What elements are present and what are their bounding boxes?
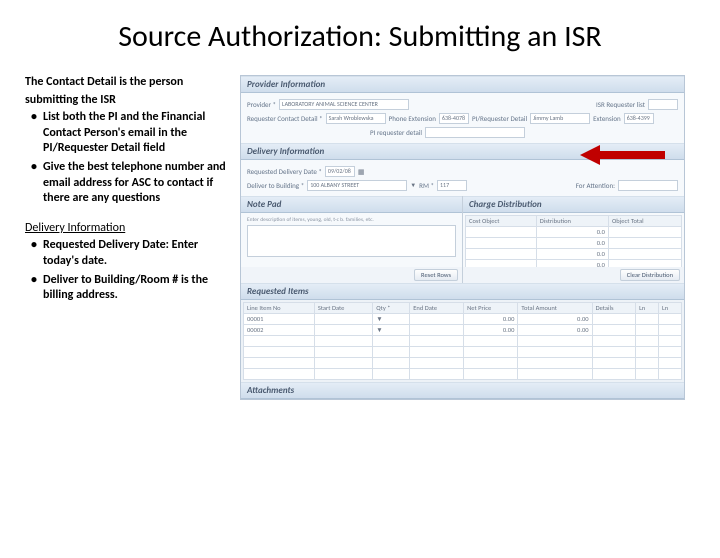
delivery-date-field[interactable]: 09/02/08	[325, 166, 355, 177]
charge-header-distribution: Distribution	[536, 216, 608, 227]
bullet-1: List both the PI and the Financial Conta…	[31, 110, 230, 157]
requested-items-table: Line Item No Start Date Qty * End Date N…	[243, 302, 682, 380]
table-row	[244, 358, 682, 369]
req-h-totalamount: Total Amount	[518, 303, 592, 314]
intro-line1: The Contact Detail is the person	[25, 75, 230, 91]
bullet-4: Deliver to Building/Room # is the billin…	[31, 273, 230, 304]
isr-requester-field[interactable]	[648, 99, 678, 110]
provider-field[interactable]: LABORATORY ANIMAL SCIENCE CENTER	[279, 99, 409, 110]
intro-line2: submitting the ISR	[25, 93, 230, 109]
isr-requester-label: ISR Requester list	[596, 100, 645, 109]
bullet-2: Give the best telephone number and email…	[31, 160, 230, 207]
req-h-enddate: End Date	[410, 303, 464, 314]
instructions-panel: The Contact Detail is the person submitt…	[25, 75, 240, 400]
dropdown-icon[interactable]: ▼	[410, 181, 416, 189]
req-h-ln1: Ln	[636, 303, 659, 314]
phone-ext-label: Phone Extension	[389, 114, 436, 123]
for-attention-label: For Attention:	[576, 181, 615, 190]
calendar-icon[interactable]: ▦	[358, 167, 365, 176]
provider-info-bar: Provider Information	[241, 76, 684, 93]
clear-distribution-button[interactable]: Clear Distribution	[620, 269, 680, 281]
pi-detail-field[interactable]	[425, 127, 525, 138]
delivery-info-bar: Delivery Information	[241, 143, 684, 160]
pi-requester-field[interactable]: Jimmy Lamb	[530, 113, 590, 124]
req-h-qty: Qty *	[373, 303, 410, 314]
requested-items-bar: Requested Items	[241, 283, 684, 300]
delivery-heading: Delivery Information	[25, 221, 230, 237]
delivery-date-label: Requested Delivery Date *	[247, 167, 322, 176]
slide-title: Source Authorization: Submitting an ISR	[20, 18, 700, 55]
table-row: 0.0	[466, 227, 682, 238]
bullet-3: Requested Delivery Date: Enter today's d…	[31, 238, 230, 269]
room-label: RM *	[419, 181, 434, 190]
charge-header-costobject: Cost Object	[466, 216, 537, 227]
req-h-lineitem: Line Item No	[244, 303, 315, 314]
charge-dist-bar: Charge Distribution	[463, 196, 684, 213]
table-row	[244, 336, 682, 347]
for-attention-field[interactable]	[618, 180, 678, 191]
phone-ext-field[interactable]: 638-4078	[439, 113, 469, 124]
contact-detail-label: Requester Contact Detail *	[247, 114, 323, 123]
room-field[interactable]: 117	[437, 180, 467, 191]
charge-header-objecttotal: Object Total	[608, 216, 681, 227]
app-screenshot: Provider Information Provider * LABORATO…	[240, 75, 685, 400]
table-row: 00002▼0.000.00	[244, 325, 682, 336]
attachments-bar: Attachments	[241, 382, 684, 399]
provider-label: Provider *	[247, 100, 276, 109]
req-h-details: Details	[592, 303, 635, 314]
notepad-textarea[interactable]	[247, 225, 456, 257]
building-label: Deliver to Building *	[247, 181, 304, 190]
notepad-bar: Note Pad	[241, 196, 462, 213]
table-row: 0.0	[466, 249, 682, 260]
table-row: 00001▼0.000.00	[244, 314, 682, 325]
reset-rows-button[interactable]: Reset Rows	[414, 269, 458, 281]
pi-requester-label: PI/Requester Detail	[472, 114, 527, 123]
req-h-netprice: Net Price	[464, 303, 518, 314]
contact-detail-field[interactable]: Sarah Wroblewska	[326, 113, 386, 124]
extension-label: Extension	[593, 114, 621, 123]
table-row	[244, 347, 682, 358]
charge-table: Cost Object Distribution Object Total 0.…	[465, 215, 682, 271]
pi-detail-label: PI requester detail	[370, 128, 422, 137]
req-h-startdate: Start Date	[314, 303, 372, 314]
req-h-ln2: Ln	[659, 303, 682, 314]
table-row	[244, 369, 682, 380]
extension-field[interactable]: 638-4399	[624, 113, 654, 124]
building-field[interactable]: 100 ALBANY STREET	[307, 180, 407, 191]
table-row: 0.0	[466, 238, 682, 249]
notepad-hint: Enter description of items, young, old, …	[247, 217, 456, 223]
